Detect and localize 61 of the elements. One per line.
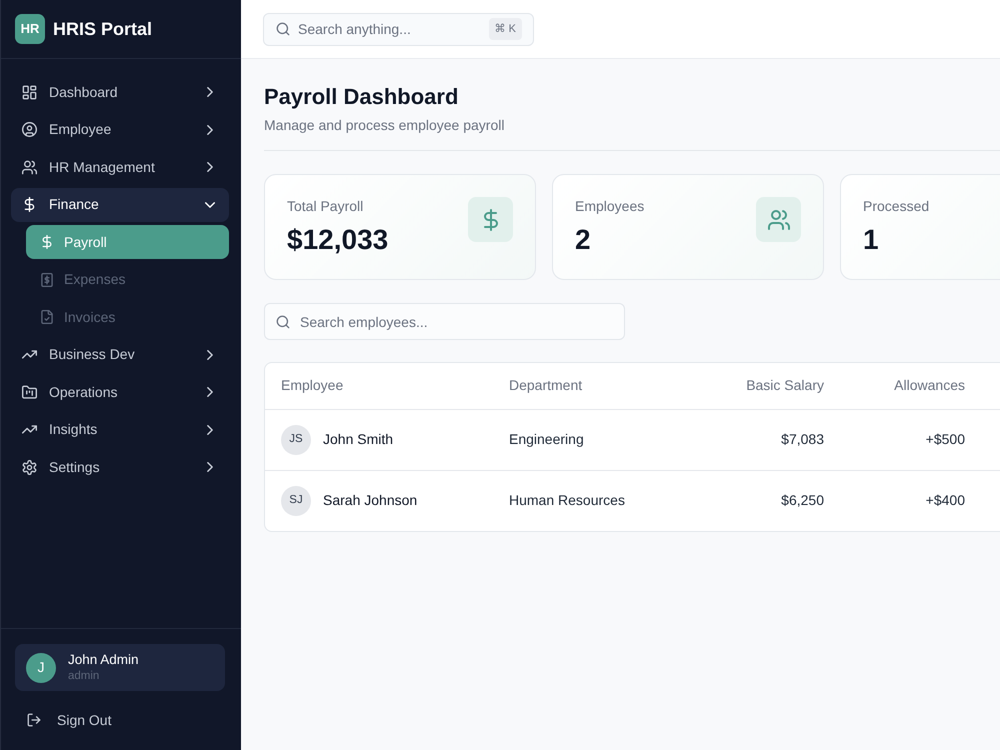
page-title: Payroll Dashboard <box>264 84 460 110</box>
nav-item[interactable]: Business Dev <box>11 338 229 372</box>
employee-avatar: JS <box>281 424 311 454</box>
nav-item[interactable]: Employee <box>11 112 229 146</box>
settings-icon <box>22 460 37 474</box>
users-icon <box>22 160 37 174</box>
stat-value: 2 <box>575 223 592 257</box>
chevron-right-icon <box>205 424 215 434</box>
nav-item[interactable]: HR Management <box>11 150 229 184</box>
column-header: Allowances <box>840 363 981 409</box>
app-title: HRIS Portal <box>53 18 152 40</box>
folder-icon <box>22 384 37 400</box>
chevron-right-icon <box>205 462 215 472</box>
column-header: Basic Salary <box>703 363 840 409</box>
dollar-icon <box>40 235 54 249</box>
search-icon <box>276 314 290 328</box>
department-cell: Human Resources <box>493 470 703 531</box>
chevron-right-icon <box>205 387 215 397</box>
salary-cell: $6,250 <box>703 470 840 531</box>
stat-label: Employees <box>575 197 644 215</box>
user-circle-icon <box>22 122 37 137</box>
employee-name: John Smith <box>323 430 394 449</box>
dollar-icon <box>22 197 37 212</box>
employee-name: Sarah Johnson <box>323 491 418 510</box>
nav-item[interactable]: Dashboard <box>11 75 229 109</box>
department-cell: Engineering <box>493 409 703 470</box>
chevron-right-icon <box>205 87 215 97</box>
user-card[interactable]: J John Admin admin <box>15 644 225 691</box>
chevron-right-icon <box>205 162 215 172</box>
stat-value: 1 <box>863 223 880 257</box>
page-subtitle: Manage and process employee payroll <box>264 116 506 135</box>
salary-cell: $7,083 <box>703 409 840 470</box>
chevron-right-icon <box>205 350 215 360</box>
logo-badge: HR <box>15 14 45 44</box>
chevron-right-icon <box>205 124 215 134</box>
allowance-cell: +$400 <box>840 470 981 531</box>
column-header: Department <box>493 363 703 409</box>
shortcut-hint: ⌘ K <box>488 18 522 40</box>
dollar-tile-icon <box>468 197 513 242</box>
stat-label: Processed <box>863 197 930 215</box>
sign-out-button[interactable]: Sign Out <box>15 703 225 737</box>
nav-item[interactable]: Finance <box>11 188 229 222</box>
user-avatar: J <box>26 652 56 682</box>
stat-value: $12,033 <box>287 223 388 257</box>
stat-label: Total Payroll <box>287 197 364 215</box>
nav-item[interactable]: Insights <box>11 412 229 446</box>
users-tile-icon <box>756 197 801 242</box>
column-header: Employee <box>265 363 493 409</box>
dashboard-icon <box>22 84 37 100</box>
search-icon <box>276 22 290 36</box>
user-role: admin <box>68 668 100 684</box>
receipt-icon <box>40 272 54 286</box>
allowance-cell: +$500 <box>840 409 981 470</box>
nav-item[interactable]: Operations <box>11 375 229 409</box>
employee-search-field[interactable]: Search employees... <box>264 303 625 340</box>
sign-out-icon <box>27 713 41 727</box>
file-check-icon <box>40 310 54 324</box>
chevron-down-icon <box>205 200 215 210</box>
employee-avatar: SJ <box>281 486 311 516</box>
user-name: John Admin <box>68 652 139 669</box>
nav-item[interactable]: Settings <box>11 450 229 484</box>
